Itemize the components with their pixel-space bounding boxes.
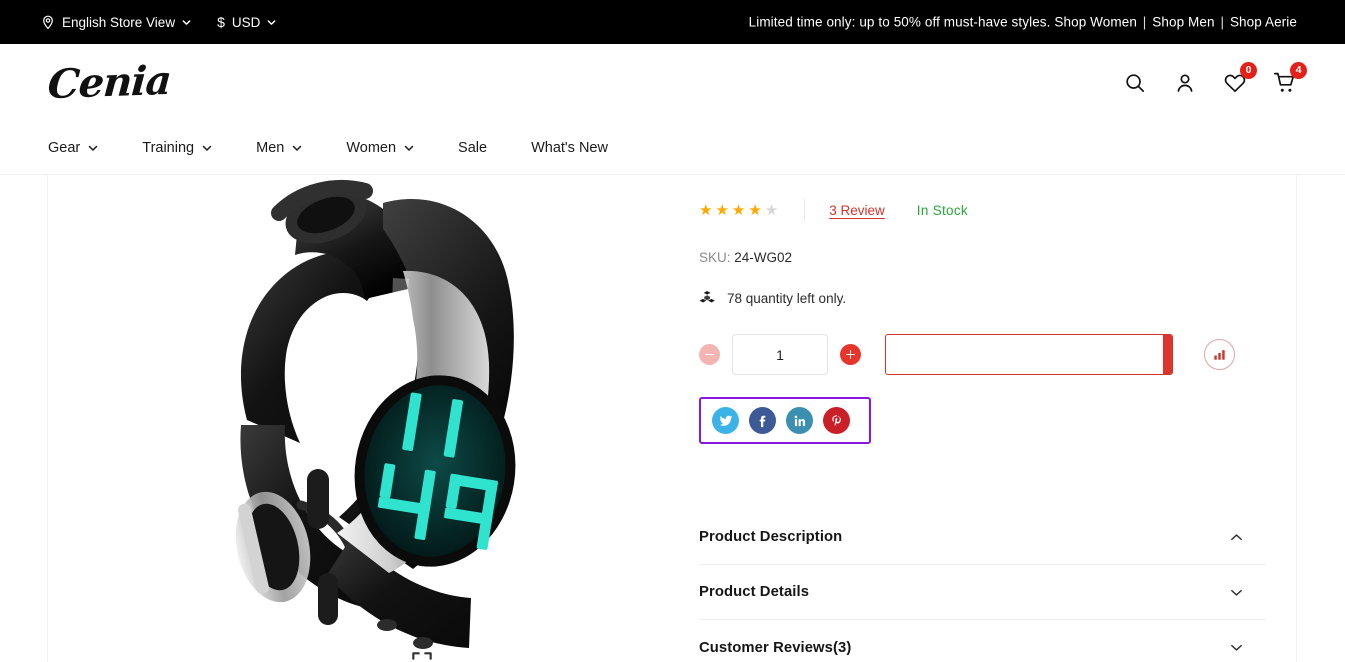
- nav-label: What's New: [531, 140, 608, 156]
- chevron-down-icon: [292, 143, 302, 153]
- header-icon-group: 0 4: [1123, 62, 1307, 95]
- stacked-cubes-icon: [699, 290, 716, 307]
- cart-count-badge: 4: [1290, 62, 1307, 79]
- promo-link-shop-aerie[interactable]: Shop Aerie: [1230, 15, 1297, 30]
- heart-wishlist-icon[interactable]: 0: [1223, 62, 1257, 95]
- minus-icon: [705, 353, 714, 356]
- social-share-group: [699, 397, 871, 444]
- chevron-down-icon: [202, 143, 212, 153]
- twitter-bird-icon: [719, 415, 732, 426]
- linkedin-share-button[interactable]: [786, 407, 813, 434]
- currency-selector[interactable]: $ USD: [217, 15, 276, 30]
- rating-row: ★ ★ ★ ★ ★ 3 Review In Stock: [699, 193, 1266, 227]
- add-to-cart-button[interactable]: [885, 334, 1173, 375]
- purchase-actions: [699, 334, 1266, 375]
- chevron-down-icon: [88, 143, 98, 153]
- promo-link-shop-women[interactable]: Shop Women: [1054, 15, 1137, 30]
- nav-item-training[interactable]: Training: [142, 140, 212, 156]
- accordion-title: Customer Reviews(3): [699, 639, 852, 656]
- star-empty: ★: [764, 201, 779, 219]
- promo-text: Limited time only: up to 50% off must-ha…: [748, 14, 1051, 30]
- twitter-share-button[interactable]: [712, 407, 739, 434]
- shopping-cart-icon[interactable]: 4: [1273, 62, 1307, 95]
- currency-label: USD: [231, 14, 261, 30]
- add-to-cart-progress-fill: [1163, 335, 1172, 374]
- nav-label: Men: [256, 140, 285, 156]
- pinterest-p-icon: [831, 414, 841, 426]
- bar-chart-compare-icon: [1212, 347, 1227, 362]
- wishlist-count-badge: 0: [1240, 62, 1257, 79]
- product-container: ★ ★ ★ ★ ★ 3 Review In Stock SKU: 24-WG02: [47, 175, 1297, 662]
- promo-separator: |: [1142, 14, 1147, 30]
- star-filled: ★: [715, 201, 729, 219]
- topbar-left-group: English Store View $ USD: [0, 15, 276, 30]
- sku-row: SKU: 24-WG02: [699, 250, 1266, 265]
- location-pin-icon: [41, 15, 55, 30]
- quantity-left-text: 78 quantity left only.: [727, 291, 847, 306]
- fullscreen-expand-icon[interactable]: [409, 649, 435, 662]
- linkedin-in-icon: [794, 415, 805, 426]
- accordion-title: Product Description: [699, 529, 843, 545]
- nav-item-whats-new[interactable]: What's New: [531, 140, 608, 156]
- accordion-title: Product Details: [699, 584, 810, 600]
- product-info: ★ ★ ★ ★ ★ 3 Review In Stock SKU: 24-WG02: [673, 175, 1296, 662]
- nav-label: Gear: [48, 140, 81, 156]
- chevron-down-icon: [1229, 585, 1244, 600]
- user-account-icon[interactable]: [1173, 71, 1197, 95]
- star-rating[interactable]: ★ ★ ★ ★ ★: [699, 203, 778, 218]
- product-gallery: [48, 175, 673, 662]
- compare-button[interactable]: [1204, 339, 1235, 370]
- pinterest-share-button[interactable]: [823, 407, 850, 434]
- accordion-product-details[interactable]: Product Details: [699, 565, 1266, 620]
- promo-separator: |: [1220, 14, 1225, 30]
- facebook-f-icon: [759, 415, 765, 427]
- site-logo[interactable]: Cenia: [46, 57, 172, 108]
- nav-item-men[interactable]: Men: [256, 140, 302, 156]
- nav-label: Training: [142, 140, 195, 156]
- star-filled: ★: [731, 201, 746, 219]
- dollar-sign-icon: $: [217, 14, 225, 30]
- chevron-down-icon: [267, 18, 276, 27]
- top-utility-bar: English Store View $ USD Limited time on…: [0, 0, 1345, 44]
- review-count-link[interactable]: 3 Review: [829, 203, 885, 218]
- chevron-down-icon: [404, 143, 414, 153]
- nav-label: Sale: [458, 140, 488, 156]
- star-filled: ★: [748, 201, 762, 219]
- watch-illustration: [235, 180, 515, 649]
- quantity-stepper: [699, 334, 861, 375]
- facebook-share-button[interactable]: [749, 407, 776, 434]
- nav-item-women[interactable]: Women: [346, 140, 414, 156]
- product-accordions: Product Description Product Details Cust…: [699, 510, 1266, 662]
- nav-label: Women: [346, 140, 397, 156]
- sku-value: 24-WG02: [734, 250, 793, 265]
- site-header: Cenia 0 4: [0, 44, 1345, 122]
- plus-icon: [846, 350, 855, 358]
- star-filled: ★: [699, 201, 713, 219]
- quantity-decrease-button[interactable]: [699, 344, 720, 365]
- quantity-input[interactable]: [732, 334, 828, 375]
- accordion-customer-reviews[interactable]: Customer Reviews(3): [699, 620, 1266, 662]
- nav-item-sale[interactable]: Sale: [458, 140, 487, 156]
- store-view-label: English Store View: [62, 14, 176, 30]
- sku-label: SKU:: [699, 250, 731, 265]
- divider: [804, 199, 806, 221]
- store-view-selector[interactable]: English Store View: [41, 15, 191, 30]
- quantity-increase-button[interactable]: [840, 344, 861, 365]
- product-page: ★ ★ ★ ★ ★ 3 Review In Stock SKU: 24-WG02: [0, 174, 1345, 662]
- stock-status: In Stock: [916, 202, 968, 218]
- promo-banner: Limited time only: up to 50% off must-ha…: [749, 15, 1297, 30]
- chevron-down-icon: [182, 18, 191, 27]
- nav-item-gear[interactable]: Gear: [48, 140, 98, 156]
- accordion-product-description[interactable]: Product Description: [699, 510, 1266, 565]
- main-navigation: Gear Training Men Women Sale What's New: [0, 122, 1345, 174]
- chevron-up-icon: [1229, 530, 1244, 545]
- product-image[interactable]: [151, 175, 571, 662]
- chevron-down-icon: [1229, 640, 1244, 655]
- promo-link-shop-men[interactable]: Shop Men: [1152, 15, 1214, 30]
- search-icon[interactable]: [1123, 71, 1147, 95]
- quantity-left-note: 78 quantity left only.: [699, 290, 1266, 307]
